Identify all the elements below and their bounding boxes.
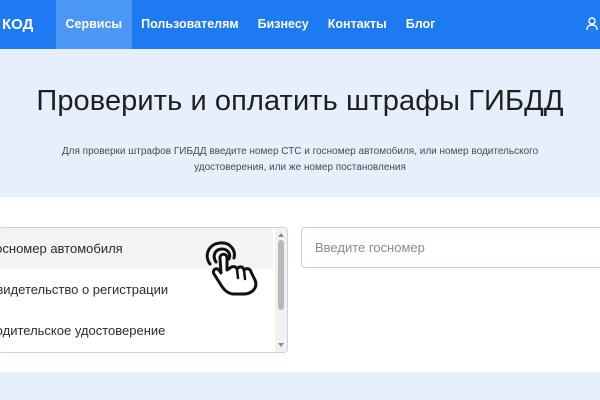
scroll-up-arrow-icon[interactable]	[278, 233, 284, 237]
nav-item-blog[interactable]: Блог	[396, 0, 445, 49]
option-driver-license[interactable]: Водительское удостоверение	[0, 310, 273, 351]
user-icon[interactable]	[586, 17, 598, 31]
main-nav: Сервисы Пользователям Бизнесу Контакты Б…	[56, 0, 445, 49]
option-label: Госномер автомобиля	[0, 241, 123, 256]
plate-number-input[interactable]	[301, 227, 600, 268]
scroll-thumb[interactable]	[278, 240, 284, 310]
nav-item-contacts[interactable]: Контакты	[318, 0, 396, 49]
scroll-down-arrow-icon[interactable]	[278, 343, 284, 347]
brand-logo[interactable]: КОД	[0, 0, 33, 49]
option-label: Водительское удостоверение	[0, 323, 166, 338]
list-scrollbar[interactable]	[275, 228, 287, 352]
hero-section: Проверить и оплатить штрафы ГИБДД Для пр…	[0, 49, 600, 197]
pointing-hand-click-icon	[205, 241, 258, 296]
page-description: Для проверки штрафов ГИБДД введите номер…	[61, 146, 539, 173]
bottom-section	[0, 372, 600, 400]
page-title: Проверить и оплатить штрафы ГИБДД	[36, 85, 564, 117]
nav-item-business[interactable]: Бизнесу	[248, 0, 318, 49]
option-label: Свидетельство о регистрации	[0, 282, 169, 297]
top-navigation-bar: КОД Сервисы Пользователям Бизнесу Контак…	[0, 0, 600, 49]
nav-item-services[interactable]: Сервисы	[56, 0, 132, 49]
nav-item-users[interactable]: Пользователям	[132, 0, 249, 49]
